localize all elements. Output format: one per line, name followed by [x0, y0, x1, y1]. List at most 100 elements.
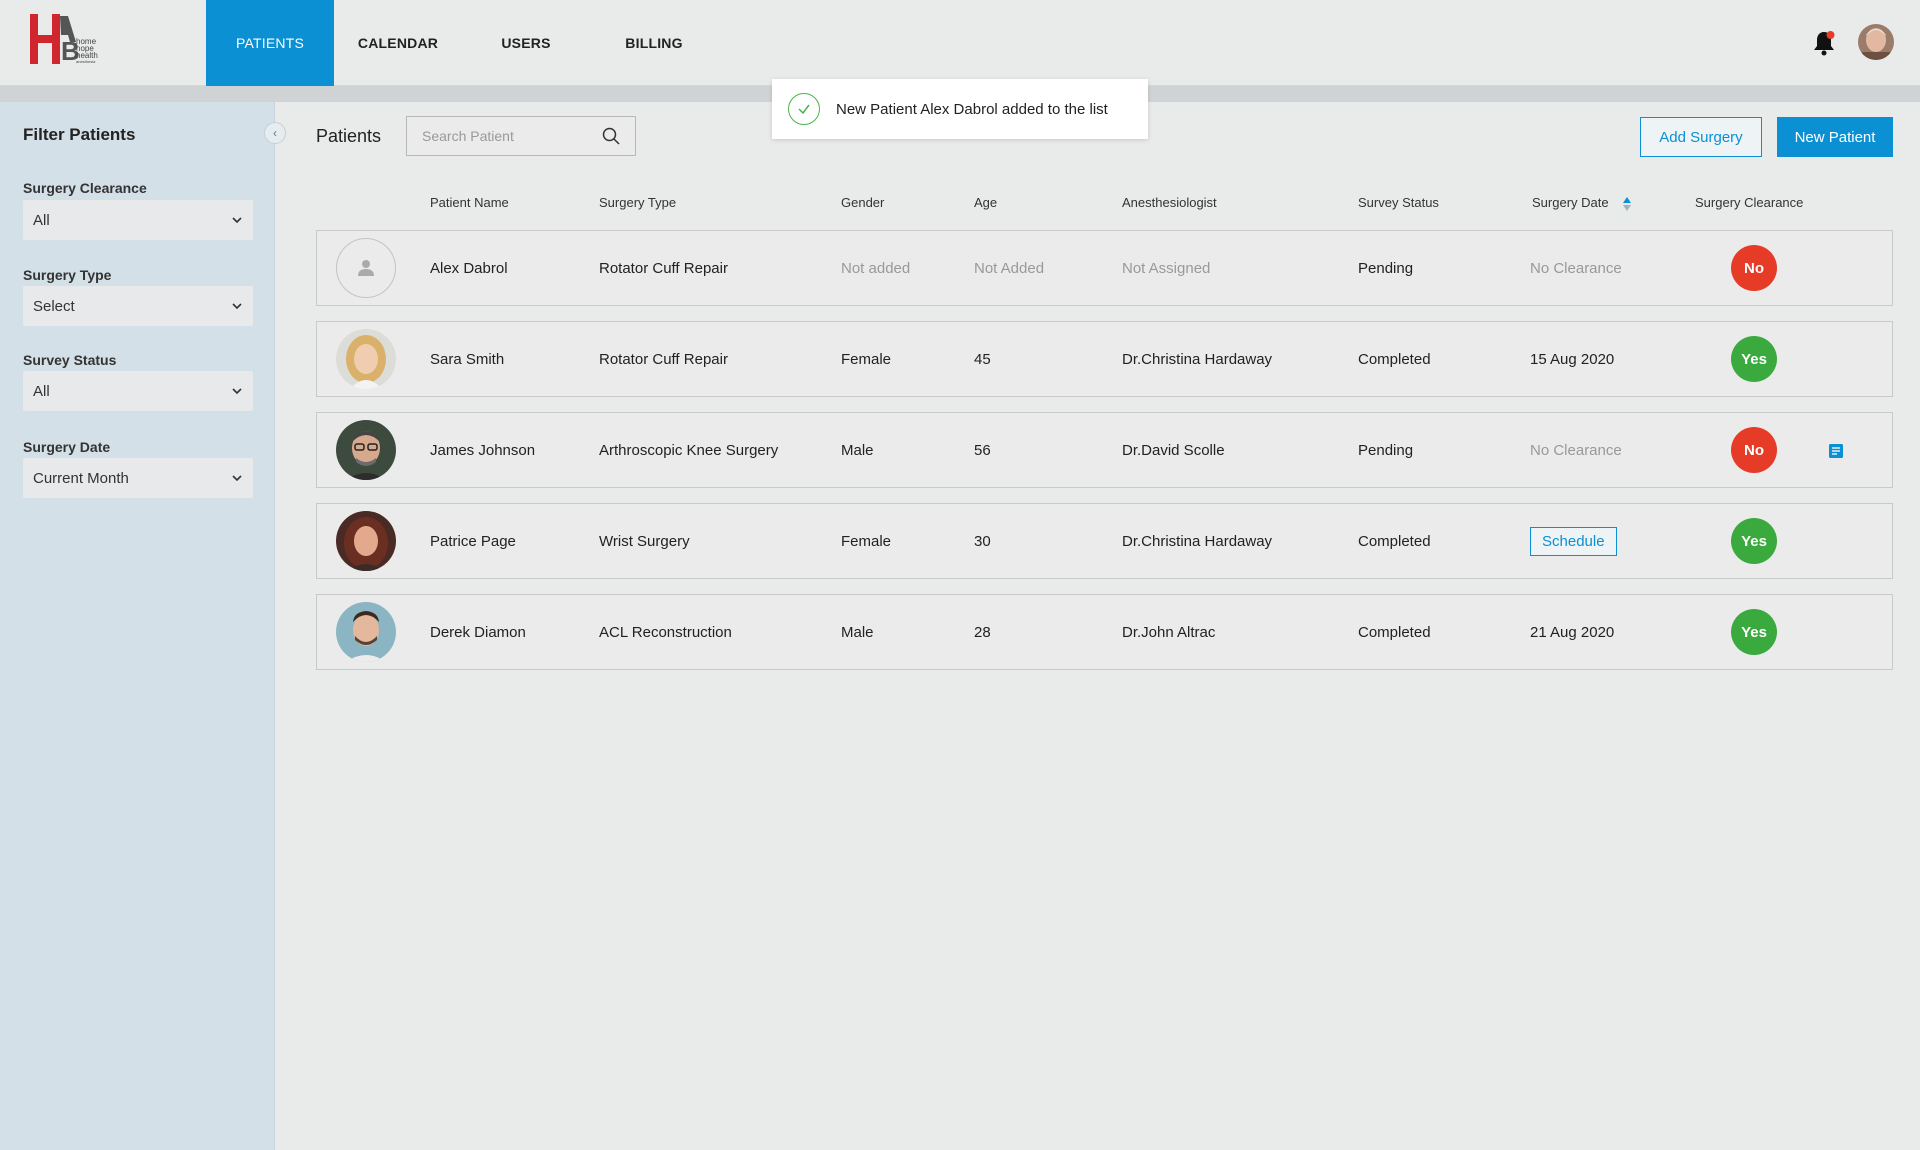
surgery-date-select[interactable]: Current Month — [23, 458, 253, 498]
note-icon[interactable] — [1828, 443, 1844, 459]
nav-tab-billing[interactable]: BILLING — [590, 0, 718, 86]
column-header-survey-status[interactable]: Survey Status — [1358, 195, 1439, 210]
surgery-type: Wrist Surgery — [599, 532, 690, 550]
select-value: Select — [33, 297, 75, 315]
patient-name[interactable]: James Johnson — [430, 413, 535, 487]
main-nav: PATIENTS CALENDAR USERS BILLING — [206, 0, 718, 86]
user-profile-avatar[interactable] — [1858, 24, 1894, 60]
notification-bell-icon[interactable] — [1810, 29, 1838, 57]
patient-name[interactable]: Sara Smith — [430, 322, 504, 396]
filter-sidebar — [0, 102, 275, 1150]
age: 28 — [974, 623, 991, 641]
column-header-patient-name[interactable]: Patient Name — [430, 195, 509, 210]
column-header-anesthesiologist[interactable]: Anesthesiologist — [1122, 195, 1217, 210]
clearance-badge-no: No — [1731, 245, 1777, 291]
avatar — [336, 329, 396, 389]
column-header-surgery-type[interactable]: Surgery Type — [599, 195, 676, 210]
survey-status: Completed — [1358, 350, 1431, 368]
clearance-badge-no: No — [1731, 427, 1777, 473]
chevron-down-icon — [232, 388, 242, 395]
gender: Not added — [841, 259, 911, 277]
age: 56 — [974, 441, 991, 459]
gender: Male — [841, 623, 874, 641]
surgery-date-cell: Schedule — [1530, 504, 1617, 578]
column-header-surgery-date[interactable]: Surgery Date — [1532, 195, 1632, 212]
survey-status: Pending — [1358, 441, 1414, 459]
age: Not Added — [974, 259, 1045, 277]
table-row[interactable]: James Johnson Arthroscopic Knee Surgery … — [316, 412, 1893, 488]
avatar — [336, 511, 396, 571]
nav-tab-users[interactable]: USERS — [462, 0, 590, 86]
column-header-gender[interactable]: Gender — [841, 195, 884, 210]
age: 30 — [974, 532, 991, 550]
table-row[interactable]: Sara Smith Rotator Cuff Repair Female 45… — [316, 321, 1893, 397]
avatar — [336, 420, 396, 480]
surgery-type: Rotator Cuff Repair — [599, 350, 728, 368]
nav-tab-patients[interactable]: PATIENTS — [206, 0, 334, 86]
svg-text:anesthesia: anesthesia — [76, 59, 96, 64]
anesthesiologist: Dr.Christina Hardaway — [1122, 532, 1273, 550]
surgery-type: Arthroscopic Knee Surgery — [599, 441, 779, 459]
search-patient-input[interactable]: Search Patient — [406, 116, 636, 156]
add-surgery-button[interactable]: Add Surgery — [1640, 117, 1762, 157]
table-row[interactable]: Patrice Page Wrist Surgery Female 30 Dr.… — [316, 503, 1893, 579]
patient-name[interactable]: Derek Diamon — [430, 595, 526, 669]
nav-tab-calendar[interactable]: CALENDAR — [334, 0, 462, 86]
table-row[interactable]: Derek Diamon ACL Reconstruction Male 28 … — [316, 594, 1893, 670]
patient-name[interactable]: Patrice Page — [430, 504, 516, 578]
anesthesiologist: Dr.John Altrac — [1122, 623, 1216, 641]
filter-label-surgery-clearance: Surgery Clearance — [23, 180, 147, 196]
surgery-date: 15 Aug 2020 — [1530, 350, 1615, 368]
avatar — [336, 602, 396, 662]
patient-name[interactable]: Alex Dabrol — [430, 231, 508, 305]
column-header-age[interactable]: Age — [974, 195, 997, 210]
hab-logo[interactable]: B home hope health anesthesia — [30, 14, 130, 70]
surgery-date: No Clearance — [1530, 441, 1622, 459]
search-placeholder: Search Patient — [422, 128, 514, 144]
select-value: All — [33, 382, 50, 400]
collapse-sidebar-chevron-icon[interactable]: ‹ — [264, 122, 286, 144]
column-header-surgery-clearance[interactable]: Surgery Clearance — [1695, 195, 1803, 210]
filter-label-surgery-type: Surgery Type — [23, 267, 112, 283]
anesthesiologist: Dr.David Scolle — [1122, 441, 1225, 459]
surgery-type-select[interactable]: Select — [23, 286, 253, 326]
avatar-placeholder — [336, 238, 396, 298]
age: 45 — [974, 350, 991, 368]
search-icon[interactable] — [602, 127, 620, 145]
top-navigation-bar: B home hope health anesthesia PATIENTS C… — [0, 0, 1920, 86]
gender: Female — [841, 350, 892, 368]
sort-icon[interactable] — [1622, 196, 1632, 212]
check-circle-icon — [788, 93, 820, 125]
survey-status: Completed — [1358, 623, 1431, 641]
toast-message: New Patient Alex Dabrol added to the lis… — [836, 100, 1108, 118]
survey-status: Completed — [1358, 532, 1431, 550]
schedule-button[interactable]: Schedule — [1530, 526, 1617, 556]
page-title: Patients — [316, 126, 382, 146]
clearance-badge-yes: Yes — [1731, 518, 1777, 564]
survey-status-select[interactable]: All — [23, 371, 253, 411]
survey-status: Pending — [1358, 259, 1414, 277]
surgery-type: Rotator Cuff Repair — [599, 259, 728, 277]
surgery-date: 21 Aug 2020 — [1530, 623, 1615, 641]
surgery-date-header-label: Surgery Date — [1532, 195, 1609, 210]
select-value: Current Month — [33, 469, 129, 487]
success-toast: New Patient Alex Dabrol added to the lis… — [772, 79, 1148, 139]
gender: Female — [841, 532, 892, 550]
table-row[interactable]: Alex Dabrol Rotator Cuff Repair Not adde… — [316, 230, 1893, 306]
anesthesiologist: Dr.Christina Hardaway — [1122, 350, 1273, 368]
surgery-clearance-select[interactable]: All — [23, 200, 253, 240]
surgery-date: No Clearance — [1530, 259, 1622, 277]
chevron-down-icon — [232, 303, 242, 310]
clearance-badge-yes: Yes — [1731, 609, 1777, 655]
chevron-down-icon — [232, 475, 242, 482]
chevron-down-icon — [232, 217, 242, 224]
surgery-type: ACL Reconstruction — [599, 623, 732, 641]
anesthesiologist: Not Assigned — [1122, 259, 1211, 277]
clearance-badge-yes: Yes — [1731, 336, 1777, 382]
select-value: All — [33, 211, 50, 229]
filter-label-surgery-date: Surgery Date — [23, 439, 111, 455]
filter-label-survey-status: Survey Status — [23, 352, 117, 368]
filter-panel-title: Filter Patients — [23, 125, 136, 144]
new-patient-button[interactable]: New Patient — [1777, 117, 1893, 157]
person-icon — [358, 260, 374, 276]
